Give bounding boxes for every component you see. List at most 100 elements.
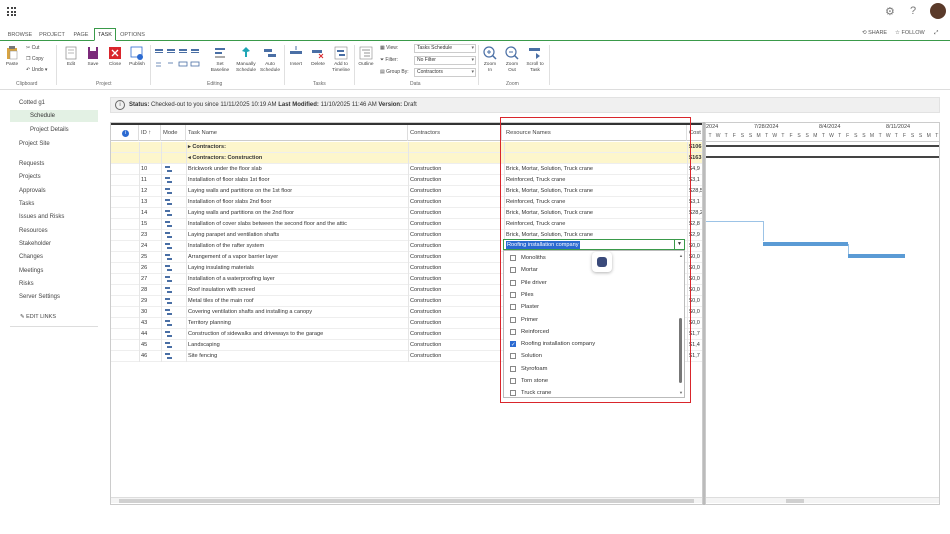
cell-name[interactable]: Installation of a waterproofing layer <box>186 274 408 285</box>
resource-names-header[interactable]: Resource Names <box>504 125 687 141</box>
cell-cost[interactable]: $2,9 <box>687 230 702 241</box>
cell-id[interactable]: 43 <box>139 318 161 329</box>
nav-resources[interactable]: Resources <box>19 228 48 234</box>
resource-option[interactable]: Monoliths <box>508 253 673 264</box>
app-launcher-icon[interactable] <box>7 7 16 16</box>
cell-name[interactable]: Laying parapet and ventilation shafts <box>186 230 408 241</box>
cell-cost[interactable]: $0,0 <box>687 285 702 296</box>
cell-id[interactable]: 45 <box>139 340 161 351</box>
nav-schedule[interactable]: Schedule <box>10 110 98 122</box>
cell-id[interactable]: 25 <box>139 252 161 263</box>
edit-links-button[interactable]: ✎ EDIT LINKS <box>20 314 56 320</box>
scrollbar-thumb[interactable] <box>786 499 804 503</box>
cell-name[interactable]: Territory planning <box>186 318 408 329</box>
avatar[interactable] <box>930 3 946 19</box>
cell-cost[interactable]: $28,2 <box>687 208 702 219</box>
indent-tools[interactable] <box>154 47 206 73</box>
checkbox[interactable] <box>510 279 516 286</box>
help-icon[interactable]: ? <box>910 5 916 17</box>
cell-id[interactable]: 24 <box>139 241 161 252</box>
zoom-out-button[interactable]: Zoom Out <box>503 46 521 73</box>
tab-project[interactable]: PROJECT <box>38 29 66 41</box>
cell-id[interactable]: 12 <box>139 186 161 197</box>
resource-option[interactable]: Roofing installation company <box>508 339 673 351</box>
cell-cost[interactable]: $28,5 <box>687 186 702 197</box>
indicators-header[interactable]: i <box>111 125 139 141</box>
summary-row[interactable]: ◂ Contractors: Construction $163 <box>111 153 702 164</box>
scrollbar-thumb[interactable] <box>119 499 694 503</box>
nav-approvals[interactable]: Approvals <box>19 188 46 194</box>
copilot-icon[interactable] <box>592 252 612 272</box>
cell-name[interactable]: Installation of the rafter system <box>186 241 408 252</box>
table-row[interactable]: 13 Installation of floor slabs 2nd floor C… <box>111 197 702 208</box>
cell-resources[interactable]: Brick, Mortar, Solution, Truck crane <box>504 208 687 219</box>
view-select[interactable]: Tasks Schedule <box>414 44 476 53</box>
cell-cost[interactable]: $3,1 <box>687 175 702 186</box>
id-header[interactable]: ID ↑ <box>139 125 161 141</box>
resource-option[interactable]: Torn stone <box>508 376 673 387</box>
undo-button[interactable]: ↶ Undo ▾ <box>26 67 47 73</box>
tab-task[interactable]: TASK <box>94 28 116 41</box>
cell-name[interactable]: Covering ventilation shafts and installi… <box>186 307 408 318</box>
scroll-down-icon[interactable]: ▼ <box>679 390 683 395</box>
cell-name[interactable]: Laying insulating materials <box>186 263 408 274</box>
cell-id[interactable]: 10 <box>139 164 161 175</box>
cell-name[interactable]: Metal tiles of the main roof <box>186 296 408 307</box>
cell-name[interactable]: Laying walls and partitions on the 2nd f… <box>186 208 408 219</box>
cell-cost[interactable]: $0,0 <box>687 296 702 307</box>
nav-risks[interactable]: Risks <box>19 281 34 287</box>
cell-contractor[interactable]: Construction <box>408 175 502 186</box>
resource-option[interactable]: Primer <box>508 315 673 326</box>
cell-contractor[interactable]: Construction <box>408 208 502 219</box>
outline-button[interactable]: Outline <box>356 46 376 68</box>
cell-id[interactable]: 28 <box>139 285 161 296</box>
resource-option[interactable]: Pile driver <box>508 278 673 289</box>
cell-name[interactable]: Installation of cover slabs between the … <box>186 219 408 230</box>
resource-option[interactable]: Piles <box>508 290 673 301</box>
group-by-select[interactable]: Contractors <box>414 68 476 77</box>
cell-contractor[interactable]: Construction <box>408 241 502 252</box>
nav-project-details[interactable]: Project Details <box>30 127 69 133</box>
cell-id[interactable]: 27 <box>139 274 161 285</box>
table-row[interactable]: 10 Brickwork under the floor slab Construc… <box>111 164 702 175</box>
resource-option[interactable]: Reinforced <box>508 327 673 338</box>
summary-row[interactable]: ▸ Contractors: $106 <box>111 142 702 153</box>
gear-icon[interactable]: ⚙ <box>885 5 895 18</box>
set-baseline-button[interactable]: Set Baseline <box>208 46 232 73</box>
auto-schedule-button[interactable]: Auto Schedule <box>258 46 282 73</box>
checkbox[interactable] <box>510 340 516 351</box>
insert-button[interactable]: Insert <box>287 46 305 68</box>
cell-id[interactable]: 44 <box>139 329 161 340</box>
checkbox[interactable] <box>510 291 516 298</box>
cell-contractor[interactable]: Construction <box>408 318 502 329</box>
cell-resources[interactable]: Brick, Mortar, Solution, Truck crane <box>504 164 687 175</box>
nav-project-site[interactable]: Project Site <box>19 141 50 147</box>
scroll-up-icon[interactable]: ▲ <box>679 253 683 258</box>
cell-id[interactable]: 30 <box>139 307 161 318</box>
cell-id[interactable]: 26 <box>139 263 161 274</box>
cell-contractor[interactable]: Construction <box>408 197 502 208</box>
cell-resources[interactable]: Reinforced, Truck crane <box>504 197 687 208</box>
cell-cost[interactable]: $2,8 <box>687 219 702 230</box>
cell-cost[interactable]: $1,7 <box>687 351 702 362</box>
cell-name[interactable]: Brickwork under the floor slab <box>186 164 408 175</box>
dropdown-scrollbar-thumb[interactable] <box>679 318 682 383</box>
cell-contractor[interactable]: Construction <box>408 329 502 340</box>
checkbox[interactable] <box>510 328 516 335</box>
cell-id[interactable]: 15 <box>139 219 161 230</box>
manually-schedule-button[interactable]: Manually Schedule <box>233 46 259 73</box>
copy-button[interactable]: ❐ Copy <box>26 56 44 62</box>
cell-id[interactable]: 13 <box>139 197 161 208</box>
dropdown-toggle[interactable]: ▼ <box>674 239 685 250</box>
cell-id[interactable]: 29 <box>139 296 161 307</box>
cell-cost[interactable]: $3,1 <box>687 197 702 208</box>
grid-horizontal-scrollbar[interactable] <box>111 497 702 503</box>
cell-id[interactable]: 11 <box>139 175 161 186</box>
scroll-to-task-button[interactable]: Scroll to Task <box>523 46 547 73</box>
cell-cost[interactable]: $0,0 <box>687 241 702 252</box>
cut-button[interactable]: ✂ Cut <box>26 45 39 51</box>
checkbox[interactable] <box>510 353 516 360</box>
tab-options[interactable]: OPTIONS <box>117 29 148 41</box>
cell-name[interactable]: Site fencing <box>186 351 408 362</box>
cell-contractor[interactable]: Construction <box>408 296 502 307</box>
